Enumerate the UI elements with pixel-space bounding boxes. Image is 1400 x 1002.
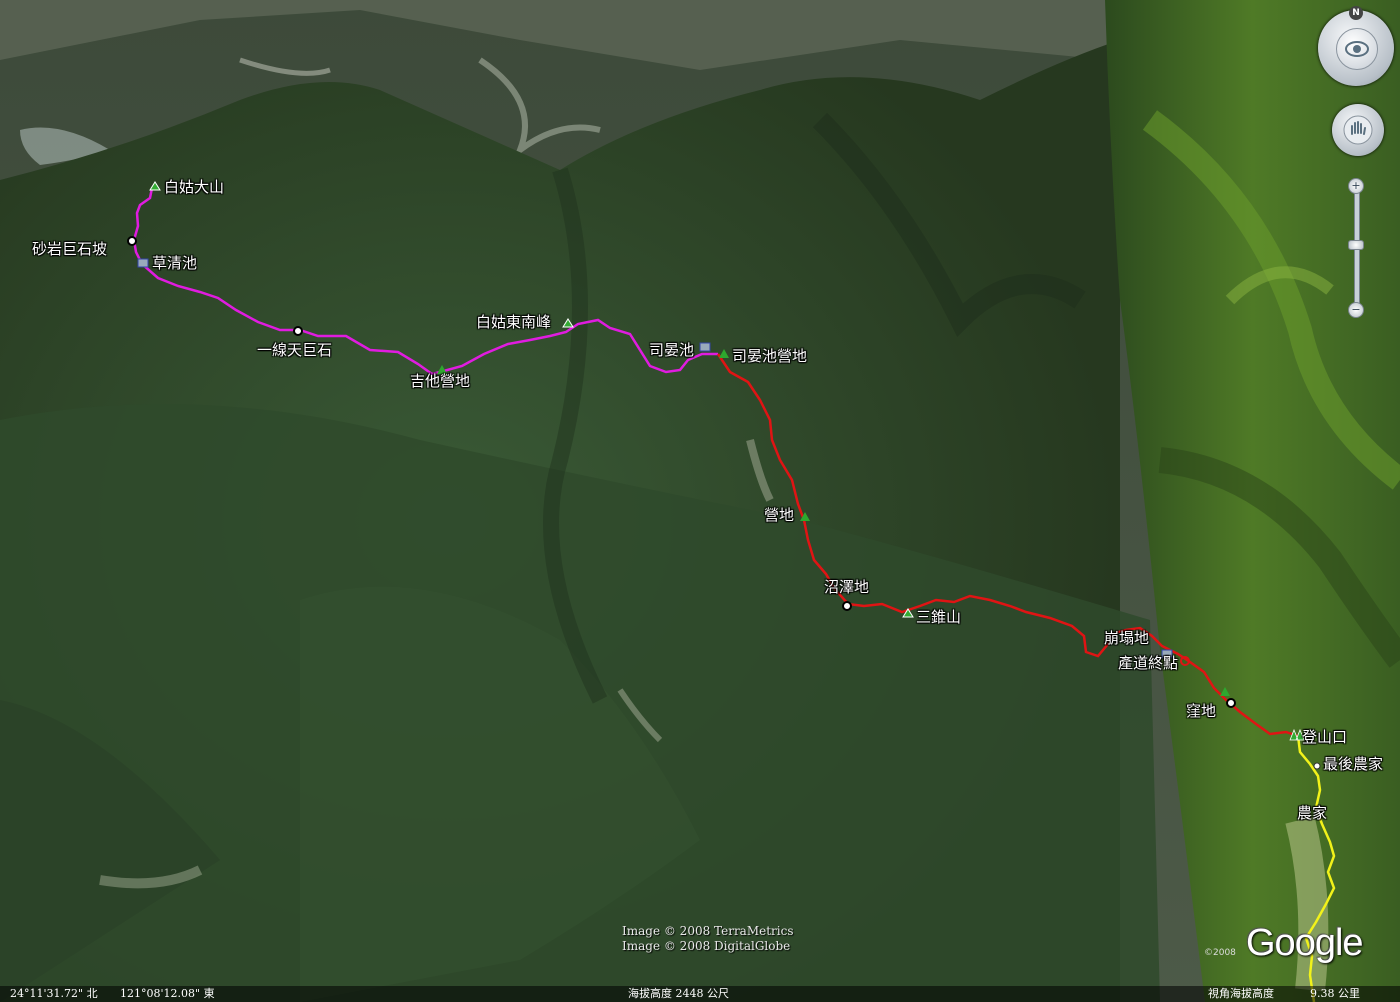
label-sandstone-slope: 砂岩巨石坡 — [32, 240, 108, 258]
north-indicator[interactable]: N — [1349, 6, 1363, 20]
label-marsh: 沼澤地 — [824, 578, 870, 596]
label-baigu-se-peak: 白姑東南峰 — [476, 313, 552, 331]
zoom-out-button[interactable]: − — [1348, 302, 1364, 318]
eye-altitude-value: 9.38 公里 — [1310, 987, 1360, 1000]
label-farm: 農家 — [1297, 804, 1328, 822]
label-caoqing-pond: 草清池 — [152, 254, 198, 272]
credit-digitalglobe: Image © 2008 DigitalGlobe — [622, 939, 791, 953]
zoom-in-button[interactable]: + — [1348, 178, 1364, 194]
credit-terrametrics: Image © 2008 TerraMetrics — [622, 924, 794, 938]
label-trailhead: 登山口 — [1302, 728, 1348, 746]
label-siyan-camp: 司晏池營地 — [732, 347, 808, 365]
label-sanzhui-mtn: 三錐山 — [916, 608, 962, 626]
imagery-credit: Image © 2008 TerraMetrics Image © 2008 D… — [622, 924, 794, 954]
label-siyan-pond: 司晏池 — [649, 341, 695, 359]
status-bar: 24°11'31.72" 北 121°08'12.08" 東 海拔高度 2448… — [0, 986, 1400, 1002]
look-around-control[interactable] — [1318, 10, 1394, 86]
elevation: 海拔高度 2448 公尺 — [628, 987, 729, 1000]
label-road-end: 產道終點 — [1118, 654, 1179, 672]
label-jita-camp: 吉他營地 — [410, 372, 471, 390]
longitude: 121°08'12.08" 東 — [120, 987, 215, 1000]
label-yixiantian-rock: 一線天巨石 — [257, 341, 333, 359]
latitude: 24°11'31.72" 北 — [10, 987, 98, 1000]
farm-icon — [1313, 762, 1321, 770]
label-collapse: 崩塌地 — [1104, 629, 1150, 647]
label-baigu-main: 白姑大山 — [164, 178, 225, 196]
zoom-slider[interactable]: + − — [1348, 178, 1364, 318]
zoom-handle[interactable] — [1348, 240, 1364, 250]
satellite-terrain[interactable] — [0, 0, 1400, 1002]
label-hollow: 窪地 — [1186, 702, 1217, 720]
copyright-year: ©2008 — [1204, 948, 1236, 958]
pan-control[interactable] — [1332, 104, 1384, 156]
google-logo: Google — [1246, 922, 1364, 964]
eye-icon[interactable] — [1336, 28, 1378, 70]
map-view[interactable]: 白姑大山 砂岩巨石坡 草清池 一線天巨石 吉他營地 白姑東南峰 司晏池 司晏池營… — [0, 0, 1400, 1002]
label-last-farm: 最後農家 — [1323, 755, 1384, 773]
hand-icon — [1343, 115, 1373, 145]
label-camp: 營地 — [764, 506, 795, 524]
eye-altitude-label: 視角海拔高度 — [1208, 987, 1274, 1000]
